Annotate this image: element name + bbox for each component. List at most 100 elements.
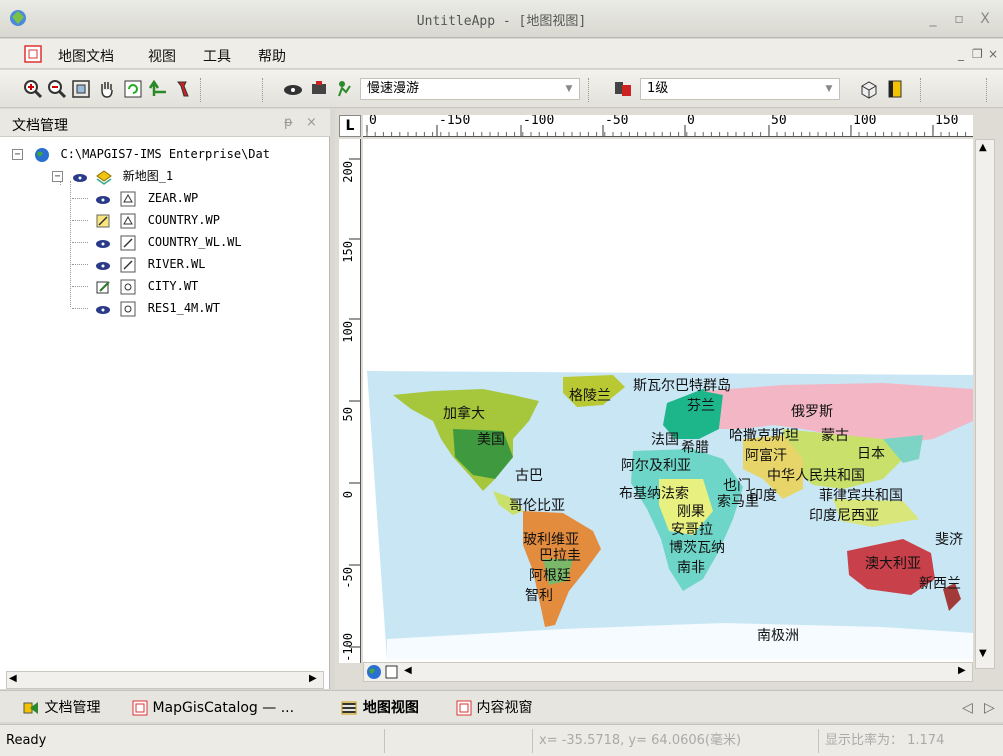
scroll-left-icon[interactable]: ◀ (9, 673, 17, 684)
tab-label: MapGisCatalog — ... (152, 700, 295, 716)
menu-view[interactable]: 视图 (148, 46, 176, 66)
scroll-left-icon[interactable]: ◀ (404, 665, 412, 676)
ruler-label: 50 (771, 115, 787, 128)
map-label: 巴拉圭 (539, 548, 581, 564)
scroll-up-icon[interactable]: ▲ (979, 142, 987, 153)
mdi-minimize-button[interactable]: _ (958, 47, 964, 61)
menu-tools[interactable]: 工具 (203, 46, 231, 66)
line-layer-icon (120, 235, 136, 250)
ruler-label: 50 (341, 407, 355, 422)
tab-map-view[interactable]: 地图视图 (340, 697, 419, 719)
ruler-label: -100 (523, 115, 555, 128)
maximize-button[interactable]: ▫ (950, 10, 968, 28)
tab-content-window[interactable]: 内容视窗 (456, 697, 532, 719)
full-extent-icon[interactable] (70, 78, 92, 100)
wrench-icon[interactable] (172, 78, 194, 100)
map-horizontal-scrollbar[interactable]: ◀ ▶ (363, 662, 973, 682)
tree-connector (72, 220, 88, 221)
layer-item[interactable]: COUNTRY.WP (72, 209, 220, 231)
ruler-label: 0 (341, 491, 355, 499)
mdi-close-button[interactable]: × (988, 47, 998, 61)
pan-hand-icon[interactable] (96, 78, 118, 100)
layer-tool-icon[interactable] (308, 78, 330, 100)
menu-map-document[interactable]: 地图文档 (58, 46, 114, 66)
layer-item[interactable]: RIVER.WL (72, 253, 206, 275)
map-view-pane: L 0 -150 -100 -50 0 50 100 150 200 150 1… (335, 109, 1003, 689)
layer-item[interactable]: RES1_4M.WT (72, 297, 220, 319)
tab-next-button[interactable]: ▷ (984, 697, 995, 719)
tab-label: 内容视窗 (476, 700, 533, 716)
layer-name: ZEAR.WP (147, 191, 199, 205)
menu-help[interactable]: 帮助 (258, 46, 286, 66)
layer-name: COUNTRY_WL.WL (147, 235, 242, 249)
pane-title: 文档管理 (12, 118, 68, 134)
bookmark-icon[interactable] (884, 78, 906, 100)
root-path: C:\MAPGIS7-IMS Enterprise\Dat (60, 147, 270, 161)
ruler-unit-button[interactable]: L (339, 115, 361, 137)
map-label: 斐济 (935, 532, 963, 548)
map-label: 刚果 (677, 504, 705, 520)
horizontal-ruler: 0 -150 -100 -50 0 50 100 150 (363, 115, 973, 137)
world-map (367, 371, 973, 659)
zoom-in-icon[interactable] (22, 78, 44, 100)
map-label: 阿根廷 (529, 568, 571, 584)
tree-connector (72, 308, 88, 309)
pane-close-button[interactable]: × (306, 115, 317, 130)
eye-icon[interactable] (72, 169, 88, 185)
level-value: 1级 (647, 81, 669, 96)
layer-name: CITY.WT (147, 279, 199, 293)
catalog-icon (132, 700, 148, 716)
eye-icon[interactable] (95, 191, 111, 207)
zoom-out-icon[interactable] (46, 78, 68, 100)
map-view-icon (341, 701, 357, 715)
point-layer-icon (120, 279, 136, 294)
ruler-label: 100 (853, 115, 877, 128)
tree-map-item[interactable]: − 新地图_1 (52, 165, 173, 187)
layer-item[interactable]: COUNTRY_WL.WL (72, 231, 242, 253)
left-pane-scrollbar[interactable]: ◀ ▶ (6, 671, 324, 689)
map-canvas[interactable]: 斯瓦尔巴特群岛 格陵兰 芬兰 加拿大 俄罗斯 美国 法国 哈撒克斯坦 蒙古 希腊… (363, 139, 973, 663)
scale-readout: 显示比率为： 1.174 (818, 729, 1000, 753)
ruler-label: -50 (341, 567, 355, 589)
ruler-label: 150 (341, 241, 355, 263)
minimize-button[interactable]: _ (924, 10, 942, 28)
edit-icon[interactable] (95, 279, 111, 295)
back-arrow-icon[interactable] (148, 78, 170, 100)
tree-connector (72, 264, 88, 265)
layer-item[interactable]: ZEAR.WP (72, 187, 198, 209)
document-icon (24, 45, 42, 63)
level-select[interactable]: 1级 ▼ (640, 78, 840, 100)
eye-icon[interactable] (95, 301, 111, 317)
roam-icon[interactable] (334, 78, 356, 100)
scroll-right-icon[interactable]: ▶ (309, 673, 317, 684)
content-window-icon (456, 700, 472, 716)
pin-icon[interactable]: ᵽ (284, 115, 293, 130)
layer-item[interactable]: CITY.WT (72, 275, 198, 297)
3d-cube-icon[interactable] (858, 78, 880, 100)
map-label: 博茨瓦纳 (669, 540, 725, 556)
refresh-icon[interactable] (122, 78, 144, 100)
map-vertical-scrollbar[interactable]: ▲ ▼ (975, 139, 995, 669)
edit-icon[interactable] (95, 213, 111, 229)
map-label: 斯瓦尔巴特群岛 (633, 378, 731, 394)
roam-mode-select[interactable]: 慢速漫游 ▼ (360, 78, 580, 100)
tab-document-management[interactable]: 文档管理 (22, 697, 100, 719)
tree-root-item[interactable]: − C:\MAPGIS7-IMS Enterprise\Dat (12, 143, 270, 165)
tab-prev-button[interactable]: ◁ (962, 697, 973, 719)
scroll-down-icon[interactable]: ▼ (979, 648, 987, 659)
page-icon[interactable] (384, 664, 400, 680)
ruler-label: -150 (439, 115, 471, 128)
eye-icon[interactable] (282, 78, 304, 100)
globe-icon[interactable] (366, 664, 382, 680)
collapse-toggle[interactable]: − (52, 171, 63, 182)
scroll-right-icon[interactable]: ▶ (958, 665, 966, 676)
eye-icon[interactable] (95, 257, 111, 273)
tab-mapgis-catalog[interactable]: MapGisCatalog — ... (132, 697, 294, 719)
mdi-restore-button[interactable]: ❐ (972, 47, 983, 61)
eye-icon[interactable] (95, 235, 111, 251)
close-button[interactable]: X (976, 10, 994, 28)
collapse-toggle[interactable]: − (12, 149, 23, 160)
map-label: 印度尼西亚 (809, 508, 879, 524)
status-cell (384, 729, 532, 753)
title-bar: UntitleApp - [地图视图] _ ▫ X (0, 0, 1003, 38)
